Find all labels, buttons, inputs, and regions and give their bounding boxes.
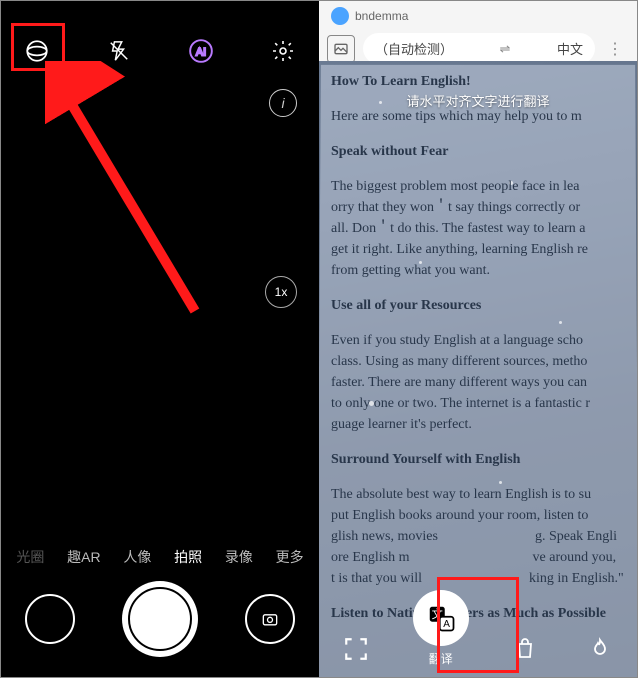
doc-line: Even if you study English at a language …: [331, 333, 583, 348]
more-menu-icon[interactable]: ⋮: [603, 39, 629, 59]
doc-line: guage learner it's perfect.: [331, 417, 472, 432]
doc-line: faster. There are many different ways yo…: [331, 375, 587, 390]
doc-line: get it right. Like anything, learning En…: [331, 242, 588, 257]
shutter-row: [1, 581, 319, 657]
doc-line: class. Using as many different sources, …: [331, 354, 587, 369]
callout-arrow: [45, 61, 215, 321]
doc-line: king in English.": [529, 571, 624, 586]
doc-line: t is that you will: [331, 571, 422, 586]
username-label: bndemma: [355, 9, 408, 23]
shutter-button[interactable]: [122, 581, 198, 657]
zoom-label: 1x: [275, 285, 288, 299]
gallery-icon[interactable]: [327, 35, 355, 63]
info-label: i: [281, 95, 284, 111]
mode-portrait[interactable]: 人像: [123, 547, 151, 567]
doc-h4: Surround Yourself with English: [331, 449, 629, 470]
mode-photo[interactable]: 拍照: [174, 547, 202, 567]
doc-line: ore English m: [331, 550, 410, 565]
doc-line: The biggest problem most people face in …: [331, 179, 579, 194]
switch-camera-button[interactable]: [245, 594, 295, 644]
scan-frame-icon[interactable]: [338, 631, 374, 667]
gallery-thumb-button[interactable]: [25, 594, 75, 644]
mode-ar[interactable]: 趣AR: [67, 547, 100, 567]
calorie-icon[interactable]: [582, 631, 618, 667]
settings-icon[interactable]: [265, 33, 301, 69]
swap-icon[interactable]: ⇌: [500, 41, 511, 57]
mode-aperture[interactable]: 光圈: [16, 547, 44, 567]
shutter-inner: [128, 587, 192, 651]
doc-line: all. Don＇t do this. The fastest way to l…: [331, 221, 585, 236]
doc-line: from getting what you want.: [331, 263, 490, 278]
lang-from-label: （自动检测）: [375, 39, 453, 58]
align-hint-label: 请水平对齐文字进行翻译: [319, 91, 637, 110]
lang-to-label: 中文: [557, 39, 583, 58]
mode-more[interactable]: 更多: [276, 547, 304, 567]
camera-mode-row: 光圈 趣AR 人像 拍照 录像 更多: [1, 547, 319, 567]
doc-line: g. Speak Engli: [535, 529, 617, 544]
doc-line: The absolute best way to learn English i…: [331, 487, 591, 502]
doc-line: ve around you,: [533, 550, 617, 565]
doc-h3: Use all of your Resources: [331, 295, 629, 316]
translate-pane: bndemma （自动检测） ⇌ 中文 ⋮ 请水平对齐文字进行翻译: [319, 1, 637, 677]
info-icon[interactable]: i: [269, 89, 297, 117]
doc-line: put English books around your room, list…: [331, 508, 588, 523]
lang-selector[interactable]: （自动检测） ⇌ 中文: [363, 33, 595, 64]
zoom-button[interactable]: 1x: [265, 276, 297, 308]
doc-title: How To Learn English!: [331, 71, 629, 92]
svg-text:AI: AI: [196, 46, 206, 58]
document-text: How To Learn English! Here are some tips…: [327, 71, 629, 624]
doc-line: glish news, movies: [331, 529, 438, 544]
mode-video[interactable]: 录像: [225, 547, 253, 567]
highlight-translate-button: [437, 577, 519, 673]
doc-line: to only one or two. The internet is a fa…: [331, 396, 590, 411]
doc-line: orry that they won＇t say things correctl…: [331, 200, 580, 215]
avatar: [331, 7, 349, 25]
camera-pane: AI i 1x 光圈 趣AR 人像 拍照 录像 更多: [1, 1, 319, 677]
doc-h2: Speak without Fear: [331, 141, 629, 162]
